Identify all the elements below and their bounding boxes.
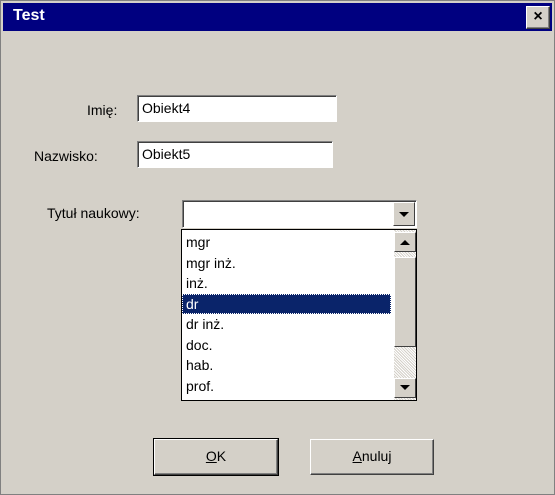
dialog-window: Test × Imię: Obiekt4 Nazwisko: Obiekt5 T… bbox=[0, 0, 555, 495]
ok-button[interactable]: OK bbox=[153, 438, 279, 476]
last-name-label: Nazwisko: bbox=[34, 148, 98, 164]
list-item[interactable]: mgr bbox=[182, 232, 391, 253]
scroll-down-button[interactable] bbox=[394, 378, 416, 398]
cancel-mnemonic: A bbox=[352, 448, 362, 464]
academic-title-combobox[interactable] bbox=[182, 200, 417, 228]
list-item[interactable]: inż. bbox=[182, 273, 391, 294]
list-item[interactable]: dr bbox=[182, 293, 391, 314]
chevron-down-icon bbox=[399, 212, 409, 217]
last-name-field[interactable]: Obiekt5 bbox=[137, 141, 333, 168]
title-bar[interactable]: Test × bbox=[3, 3, 552, 31]
list-item[interactable]: hab. bbox=[182, 355, 391, 376]
academic-title-dropdown-list[interactable]: mgr mgr inż. inż. dr dr inż. doc. hab. p… bbox=[181, 229, 417, 401]
window-title: Test bbox=[13, 7, 45, 24]
vertical-scrollbar[interactable] bbox=[394, 230, 416, 400]
academic-title-label: Tytuł naukowy: bbox=[47, 205, 140, 221]
close-button[interactable]: × bbox=[526, 6, 550, 29]
first-name-label: Imię: bbox=[87, 102, 118, 118]
arrow-down-icon bbox=[400, 385, 410, 390]
list-item[interactable]: prof. bbox=[182, 376, 391, 397]
list-item[interactable]: doc. bbox=[182, 335, 391, 356]
close-icon: × bbox=[533, 8, 543, 25]
cancel-button[interactable]: Anuluj bbox=[310, 439, 434, 475]
list-item[interactable]: mgr inż. bbox=[182, 253, 391, 274]
list-item[interactable]: dr inż. bbox=[182, 314, 391, 335]
arrow-up-icon bbox=[400, 240, 410, 245]
ok-mnemonic: O bbox=[205, 448, 217, 464]
dropdown-items: mgr mgr inż. inż. dr dr inż. doc. hab. p… bbox=[182, 232, 391, 396]
combobox-dropdown-button[interactable] bbox=[393, 202, 415, 226]
cancel-label: nuluj bbox=[361, 448, 392, 464]
scrollbar-thumb[interactable] bbox=[394, 257, 416, 347]
ok-label: K bbox=[216, 448, 227, 464]
scroll-up-button[interactable] bbox=[394, 232, 416, 252]
first-name-field[interactable]: Obiekt4 bbox=[137, 95, 337, 122]
